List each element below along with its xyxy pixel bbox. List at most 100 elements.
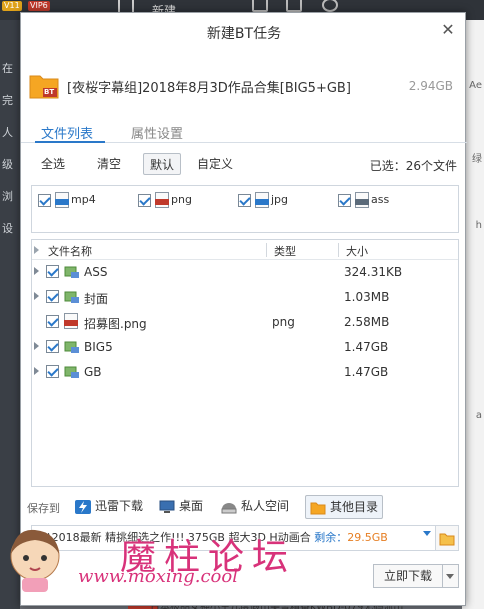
type-label: ass <box>371 193 390 206</box>
tab-file-list[interactable]: 文件列表 <box>41 123 93 142</box>
expand-all-icon[interactable] <box>34 246 39 254</box>
expand-icon[interactable] <box>34 267 39 275</box>
level-badge: V11 <box>2 1 22 11</box>
side-char: 人 <box>2 126 13 139</box>
expand-icon[interactable] <box>34 367 39 375</box>
folder-icon <box>64 288 80 304</box>
dialog-title: 新建BT任务 <box>206 26 282 42</box>
checkbox[interactable] <box>46 315 59 328</box>
vip-badge: VIP6 <box>28 1 50 11</box>
file-size: 1.47GB <box>344 365 389 379</box>
save-option-private-space[interactable]: 私人空间 <box>217 495 293 519</box>
toolbar-icon-c[interactable] <box>322 0 338 12</box>
type-filter-jpg[interactable]: jpg <box>238 192 288 210</box>
checkbox[interactable] <box>46 290 59 303</box>
option-label: 桌面 <box>179 499 204 513</box>
active-tab-underline <box>35 141 105 143</box>
watermark-mascot <box>4 526 66 594</box>
free-space-value: 29.5GB <box>347 531 388 544</box>
desktop-icon <box>159 499 175 513</box>
side-char: 浏 <box>2 190 13 203</box>
selected-count: 已选：26个文件 <box>369 159 457 173</box>
download-now-button[interactable]: 立即下载 <box>373 564 443 588</box>
save-to-label: 保存到 <box>27 502 60 515</box>
checkbox[interactable] <box>46 265 59 278</box>
column-divider <box>266 243 267 257</box>
file-list-header: 文件名称 类型 大小 <box>32 240 458 260</box>
folder-badge: BT <box>44 88 55 96</box>
clear-button[interactable]: 清空 <box>91 153 127 175</box>
file-type-filter: mp4 png jpg ass <box>31 185 459 233</box>
type-label: mp4 <box>71 193 96 206</box>
column-name[interactable]: 文件名称 <box>48 243 92 259</box>
background-sidebar: 在 完 人 级 浏 设 <box>0 20 20 609</box>
file-size: 1.03MB <box>344 290 390 304</box>
file-row[interactable]: BIG5 1.47GB <box>32 337 458 357</box>
toolbar-icon-b[interactable] <box>286 0 302 12</box>
side-char: 在 <box>2 62 13 75</box>
path-dropdown-icon[interactable] <box>423 531 431 536</box>
type-filter-png[interactable]: png <box>138 192 192 210</box>
new-bt-task-dialog: 新建BT任务 ✕ BT [夜桜字幕组]2018年8月3D作品合集[BIG5+GB… <box>20 12 467 606</box>
checkbox[interactable] <box>46 365 59 378</box>
right-char: h <box>475 220 482 231</box>
mp4-file-icon <box>55 192 69 208</box>
option-label: 迅雷下载 <box>95 499 144 513</box>
save-option-xunlei[interactable]: 迅雷下载 <box>71 495 147 519</box>
file-row[interactable]: 封面 1.03MB <box>32 287 458 307</box>
type-label: jpg <box>271 193 289 206</box>
tab-properties[interactable]: 属性设置 <box>131 123 183 142</box>
type-filter-mp4[interactable]: mp4 <box>38 192 96 210</box>
jpg-file-icon <box>255 192 269 208</box>
file-size: 2.58MB <box>344 315 390 329</box>
browse-folder-button[interactable] <box>435 525 459 551</box>
right-char: a <box>475 410 482 421</box>
checkbox[interactable] <box>138 193 151 207</box>
checkbox[interactable] <box>338 193 351 207</box>
file-list: 文件名称 类型 大小 ASS 324.31KB 封面 1.03MB 招募图.pn… <box>31 239 459 487</box>
save-option-desktop[interactable]: 桌面 <box>155 495 207 519</box>
checkbox[interactable] <box>46 340 59 353</box>
checkbox[interactable] <box>238 193 251 207</box>
select-all-button[interactable]: 全选 <box>35 153 71 175</box>
custom-button[interactable]: 自定义 <box>191 153 239 175</box>
watermark-url: www.moxing.cool <box>78 566 238 587</box>
dialog-tabs: 文件列表 属性设置 <box>21 121 467 143</box>
folder-icon <box>64 263 80 279</box>
png-file-icon <box>64 313 78 329</box>
side-char: 级 <box>2 158 13 171</box>
free-space-label: 剩余： <box>314 531 348 544</box>
file-name: ASS <box>84 265 108 279</box>
file-name: 封面 <box>84 292 109 306</box>
right-char: 绿 <box>472 154 482 165</box>
file-row[interactable]: ASS 324.31KB <box>32 262 458 282</box>
file-size: 1.47GB <box>344 340 389 354</box>
task-file-name: [夜桜字幕组]2018年8月3D作品合集[BIG5+GB] <box>67 81 351 96</box>
side-char: 完 <box>2 94 13 107</box>
type-filter-ass[interactable]: ass <box>338 192 389 210</box>
default-button[interactable]: 默认 <box>143 153 182 175</box>
column-divider <box>338 243 339 257</box>
expand-icon[interactable] <box>34 292 39 300</box>
file-row[interactable]: 招募图.png png 2.58MB <box>32 312 458 332</box>
folder-icon <box>64 338 80 354</box>
expand-icon[interactable] <box>34 342 39 350</box>
save-location-bar: 保存到 迅雷下载 桌面 私人空间 其他目录 <box>21 495 467 521</box>
file-type: png <box>272 315 295 329</box>
option-label: 其他目录 <box>330 500 379 514</box>
column-size[interactable]: 大小 <box>346 243 368 259</box>
download-options-dropdown[interactable] <box>443 564 459 588</box>
option-label: 私人空间 <box>241 499 290 513</box>
type-label: png <box>171 193 192 206</box>
file-row[interactable]: GB 1.47GB <box>32 362 458 382</box>
ass-file-icon <box>355 192 369 208</box>
checkbox[interactable] <box>38 193 51 207</box>
column-type[interactable]: 类型 <box>274 243 296 259</box>
close-icon[interactable]: ✕ <box>439 21 457 39</box>
folder-icon <box>310 500 326 515</box>
toolbar-icon-a[interactable] <box>252 0 268 12</box>
folder-icon <box>64 363 80 379</box>
file-name: BIG5 <box>84 340 113 354</box>
torrent-folder-icon: BT <box>29 71 59 99</box>
save-option-other-dir[interactable]: 其他目录 <box>305 495 384 519</box>
